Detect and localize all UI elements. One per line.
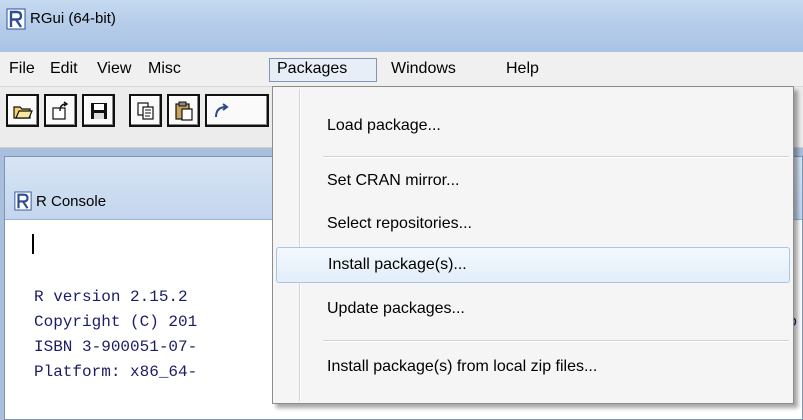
menu-item-set-cran-mirror[interactable]: Set CRAN mirror... [276,164,790,200]
save-button[interactable] [82,94,115,127]
menu-packages[interactable]: Packages [269,58,377,82]
open-script-icon [13,106,33,119]
text-cursor [32,234,34,254]
menu-view[interactable]: View [90,58,138,82]
copy-paste-button[interactable] [205,94,269,127]
console-line: Copyright (C) 201 [34,313,198,331]
packages-dropdown-menu: Load package... Set CRAN mirror... Selec… [272,86,794,404]
copy-button[interactable] [129,94,162,127]
menu-file[interactable]: File [2,58,42,82]
menu-item-install-packages[interactable]: Install package(s)... [276,247,790,283]
menu-item-update-packages[interactable]: Update packages... [276,292,790,328]
paste-icon [175,101,193,121]
copy-paste-icon [215,103,229,118]
menu-item-select-repositories[interactable]: Select repositories... [276,207,790,243]
copy-icon [137,102,154,120]
menu-item-load-package[interactable]: Load package... [276,109,790,145]
console-line: Platform: x86_64- [34,363,198,381]
menu-misc[interactable]: Misc [141,58,188,82]
window-titlebar[interactable]: RGui (64-bit) [0,0,803,53]
menu-separator [323,340,789,342]
menubar: File Edit View Misc Packages Windows Hel… [0,52,803,87]
window-title: RGui (64-bit) [30,10,116,27]
menu-separator [323,156,789,158]
load-workspace-button[interactable] [44,94,77,127]
menu-help[interactable]: Help [499,58,546,82]
paste-button[interactable] [167,94,200,127]
load-workspace-icon [52,101,69,120]
r-logo-icon [6,8,26,34]
r-logo-icon [14,191,32,215]
open-script-button[interactable] [6,94,39,127]
menu-edit[interactable]: Edit [43,58,85,82]
menu-item-install-from-zip[interactable]: Install package(s) from local zip files.… [276,350,790,386]
console-title: R Console [36,193,107,210]
console-line: ISBN 3-900051-07- [34,338,198,356]
console-line: R version 2.15.2 [34,288,188,306]
save-icon [91,103,107,119]
menu-windows[interactable]: Windows [384,58,463,82]
